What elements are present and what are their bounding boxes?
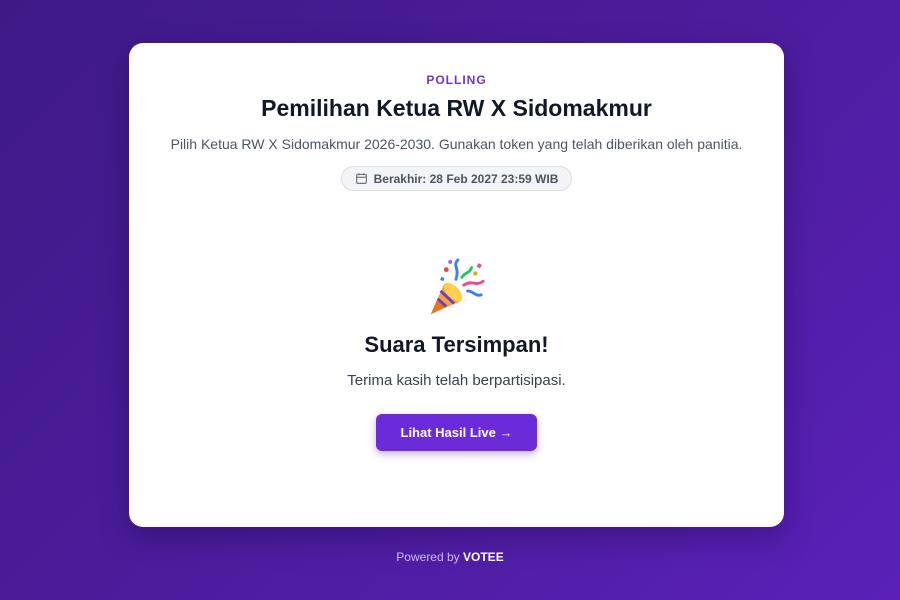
footer: Powered by VOTEE [0, 550, 900, 564]
view-live-results-button[interactable]: Lihat Hasil Live → [376, 414, 537, 451]
page-title: Pemilihan Ketua RW X Sidomakmur [261, 95, 652, 121]
party-popper-icon [425, 258, 487, 320]
success-message: Terima kasih telah berpartisipasi. [347, 372, 566, 389]
footer-brand: VOTEE [463, 550, 504, 564]
deadline-badge: Berakhir: 28 Feb 2027 23:59 WIB [341, 166, 572, 191]
poll-eyebrow: POLLING [426, 73, 487, 87]
vote-card: POLLING Pemilihan Ketua RW X Sidomakmur … [129, 43, 784, 527]
deadline-text: Berakhir: 28 Feb 2027 23:59 WIB [373, 171, 559, 186]
calendar-icon [355, 172, 368, 185]
success-title: Suara Tersimpan! [364, 332, 549, 357]
footer-prefix: Powered by [396, 550, 460, 564]
poll-description: Pilih Ketua RW X Sidomakmur 2026-2030. G… [170, 136, 743, 152]
